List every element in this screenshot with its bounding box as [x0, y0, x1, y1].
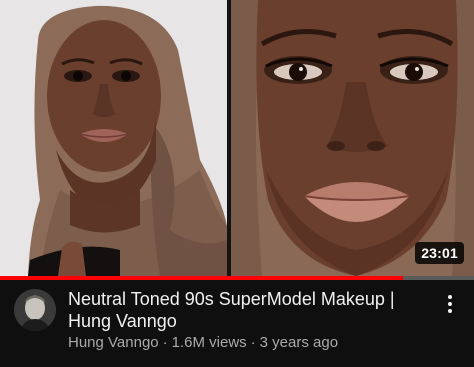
video-title[interactable]: Neutral Toned 90s SuperModel Makeup | Hu… [68, 288, 418, 332]
upload-age: 3 years ago [259, 334, 339, 351]
kebab-dot [448, 302, 452, 306]
avatar-image [14, 289, 56, 331]
channel-avatar[interactable] [14, 289, 56, 331]
duration-badge: 23:01 [415, 242, 464, 264]
video-details: Neutral Toned 90s SuperModel Makeup | Hu… [0, 280, 474, 367]
video-card[interactable]: 23:01 Neutral Toned 90s SuperModel Makeu… [0, 0, 474, 367]
thumbnail-image [0, 0, 474, 276]
more-vert-icon[interactable] [440, 290, 460, 318]
video-metadata: Hung Vanngo · 1.6M views · 3 years ago [68, 334, 338, 352]
separator: · [162, 334, 168, 351]
channel-name[interactable]: Hung Vanngo [68, 334, 159, 351]
video-thumbnail[interactable]: 23:01 [0, 0, 474, 276]
separator: · [250, 334, 256, 351]
kebab-dot [448, 309, 452, 313]
kebab-dot [448, 295, 452, 299]
view-count: 1.6M views [171, 334, 247, 351]
